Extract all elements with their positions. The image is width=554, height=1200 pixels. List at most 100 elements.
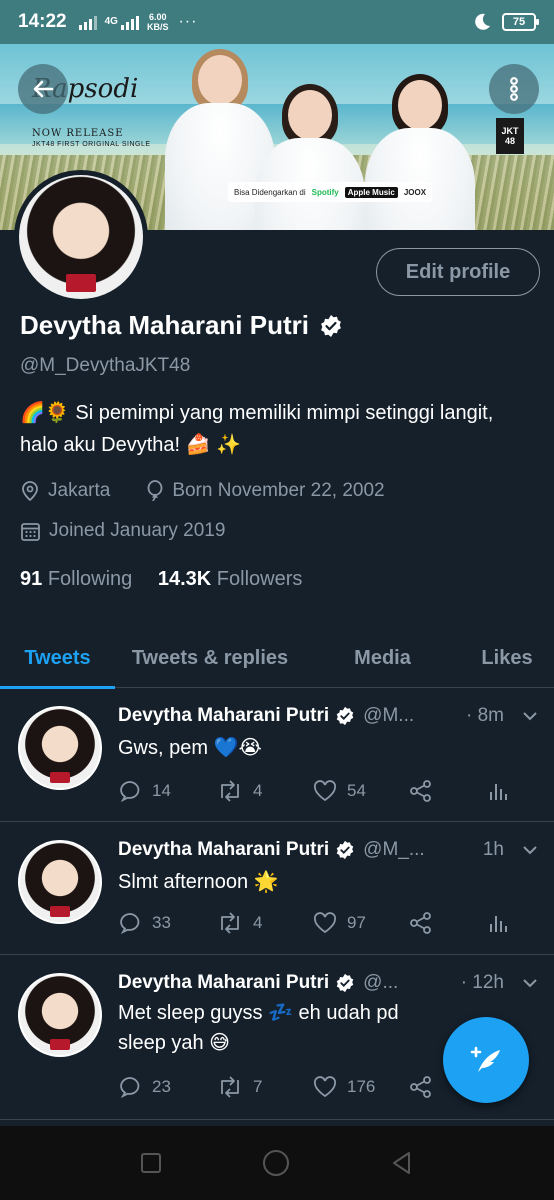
profile-name-row: Devytha Maharani Putri <box>20 310 343 341</box>
dress <box>365 128 475 230</box>
like-count: 176 <box>347 1077 376 1096</box>
banner-person-3 <box>350 74 490 230</box>
balloon-icon <box>147 480 163 502</box>
like-button[interactable]: 176 <box>313 1076 409 1098</box>
tweet-author: Devytha Maharani Putri <box>118 839 330 860</box>
verified-badge-icon <box>321 314 341 337</box>
moon-icon <box>475 13 490 30</box>
chevron-down-icon[interactable] <box>522 845 538 855</box>
retweet-icon <box>221 780 239 802</box>
tweet-handle: @... <box>363 972 399 993</box>
reply-count: 14 <box>152 781 171 800</box>
followers-link[interactable]: 14.3K Followers <box>158 568 303 590</box>
stream-service-apple: Apple Music <box>344 186 398 198</box>
like-count: 54 <box>347 781 366 800</box>
tweet-item[interactable]: Devytha Maharani Putri @M_... 1h Slmt af… <box>0 823 554 955</box>
reply-button[interactable]: 23 <box>118 1076 217 1098</box>
chevron-down-icon[interactable] <box>522 978 538 988</box>
profile-birthday: Born November 22, 2002 <box>172 480 385 501</box>
arrow-left-icon <box>33 80 54 98</box>
profile-meta-row: Jakarta Born November 22, 2002 <box>20 480 421 502</box>
analytics-button[interactable] <box>488 912 508 934</box>
battery-icon: 75 <box>502 13 539 31</box>
profile-handle: @M_DevythaJKT48 <box>20 355 191 376</box>
reply-button[interactable]: 33 <box>118 912 217 934</box>
profile-joined: Joined January 2019 <box>49 520 226 541</box>
edit-profile-button[interactable]: Edit profile <box>376 248 540 296</box>
stream-service-joox: JOOX <box>403 187 427 197</box>
face <box>398 80 442 130</box>
following-link[interactable]: 91 Following <box>20 568 132 590</box>
heart-icon <box>313 912 337 934</box>
share-icon <box>410 1076 431 1098</box>
tab-likes[interactable]: Likes <box>460 628 554 688</box>
tweet-item[interactable]: Devytha Maharani Putri @M... · 8m Gws, p… <box>0 689 554 822</box>
tweet-header: Devytha Maharani Putri @M_... 1h <box>118 839 538 861</box>
reply-count: 23 <box>152 1077 171 1096</box>
verified-badge-icon <box>336 973 354 993</box>
tweet-text: Gws, pem 💙😭 <box>118 737 262 759</box>
profile-name: Devytha Maharani Putri <box>20 310 309 340</box>
analytics-button[interactable] <box>488 780 508 802</box>
back-button[interactable] <box>18 64 68 114</box>
status-time: 14:22 <box>18 11 67 32</box>
reply-count: 33 <box>152 913 171 932</box>
tab-tweets[interactable]: Tweets <box>0 628 115 689</box>
tweet-time: 1h <box>482 839 504 860</box>
speed-unit: KB/S <box>146 22 169 32</box>
following-label: Following <box>47 568 133 590</box>
retweet-button[interactable]: 4 <box>217 912 313 934</box>
reply-button[interactable]: 14 <box>118 780 217 802</box>
avatar-photo <box>20 975 100 1055</box>
birthday-item: Born November 22, 2002 <box>146 480 402 502</box>
retweet-button[interactable]: 4 <box>217 780 313 802</box>
status-overflow: ··· <box>178 13 198 30</box>
like-button[interactable]: 97 <box>313 912 409 934</box>
avatar-photo <box>20 842 100 922</box>
analytics-icon <box>490 784 507 800</box>
back-nav-icon[interactable] <box>389 1150 415 1176</box>
profile-avatar[interactable] <box>14 170 148 304</box>
followers-count: 14.3K <box>157 568 212 590</box>
tab-media[interactable]: Media <box>305 628 460 688</box>
compose-tweet-button[interactable] <box>443 1017 529 1103</box>
tweet-actions: 33 4 97 <box>118 912 528 934</box>
joined-row: Joined January 2019 <box>20 520 261 542</box>
recents-icon[interactable] <box>139 1151 163 1175</box>
tweet-avatar[interactable] <box>18 840 102 924</box>
heart-icon <box>313 1076 337 1098</box>
avatar-photo <box>19 175 143 299</box>
heart-icon <box>313 780 337 802</box>
verified-badge-icon <box>336 840 354 860</box>
more-options-button[interactable] <box>489 64 539 114</box>
joined-item: Joined January 2019 <box>20 520 243 542</box>
signal-icon-2 <box>120 14 139 30</box>
share-button[interactable] <box>409 912 488 934</box>
share-icon <box>410 780 431 802</box>
retweet-icon <box>221 1076 239 1098</box>
banner-now-release: NOW RELEASE <box>32 128 124 139</box>
tweet-avatar[interactable] <box>18 706 102 790</box>
analytics-icon <box>490 916 507 932</box>
home-icon[interactable] <box>261 1148 291 1178</box>
tweet-avatar[interactable] <box>18 973 102 1057</box>
more-vertical-icon <box>510 77 518 101</box>
system-nav-bar <box>0 1126 554 1200</box>
tweet-handle: @M_... <box>363 839 425 860</box>
tweet-handle: @M... <box>363 705 415 726</box>
tab-tweets-replies[interactable]: Tweets & replies <box>115 628 305 688</box>
tweet-author: Devytha Maharani Putri <box>118 972 330 993</box>
share-button[interactable] <box>409 780 488 802</box>
follow-stats: 91 Following 14.3K Followers <box>20 568 302 591</box>
retweet-button[interactable]: 7 <box>217 1076 313 1098</box>
network-label: 4G <box>104 16 118 27</box>
avatar-photo <box>20 708 100 788</box>
verified-badge-icon <box>336 706 354 726</box>
tweet-text: Slmt afternoon 🌟 <box>118 871 279 893</box>
location-pin-icon <box>22 481 38 502</box>
reply-icon <box>120 781 140 802</box>
location-item: Jakarta <box>20 480 128 502</box>
face <box>288 90 332 140</box>
chevron-down-icon[interactable] <box>522 711 538 721</box>
like-button[interactable]: 54 <box>313 780 409 802</box>
